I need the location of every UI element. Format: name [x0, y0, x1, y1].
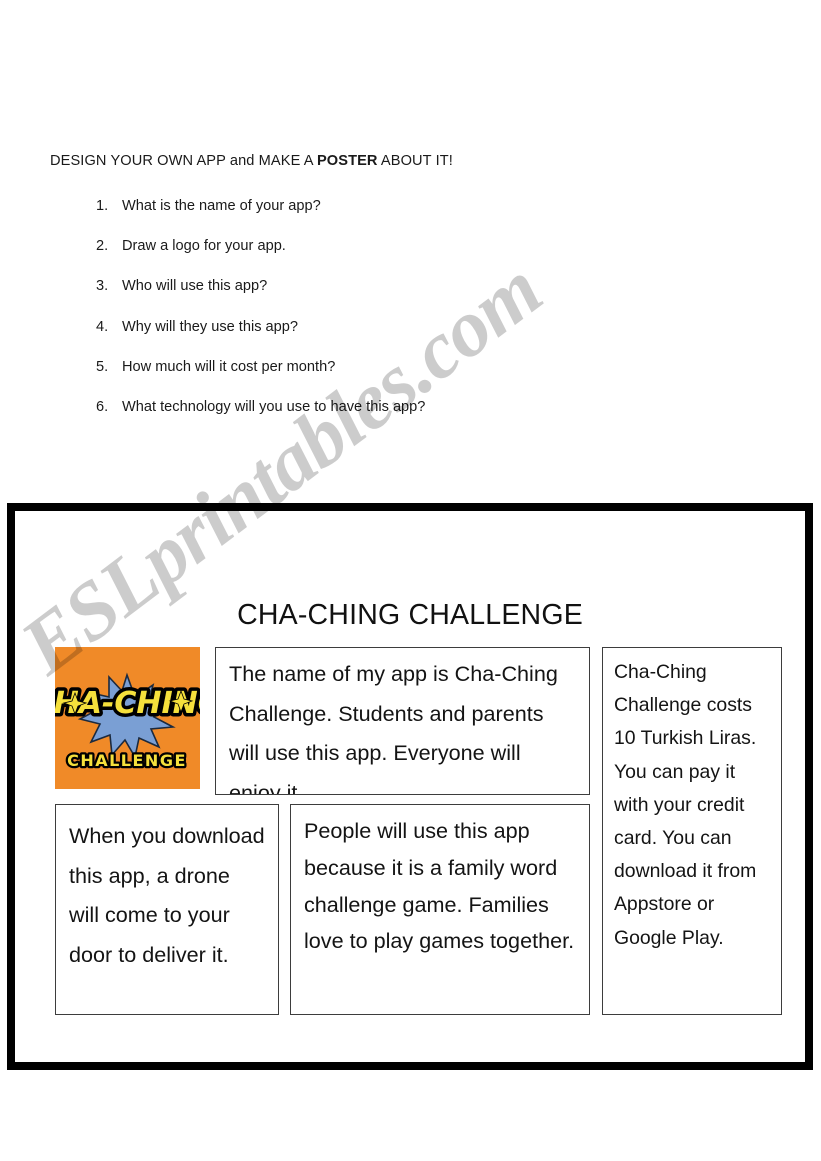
answer-box-app-name-text: The name of my app is Cha-Ching Challeng…: [229, 661, 558, 795]
question-text: How much will it cost per month?: [122, 358, 336, 375]
question-text: Why will they use this app?: [122, 318, 299, 335]
question-number: 1.: [96, 198, 109, 214]
page-title-prefix: DESIGN YOUR OWN APP and MAKE A: [50, 153, 317, 169]
poster-title: CHA-CHING CHALLENGE: [237, 599, 583, 631]
answer-box-app-name: The name of my app is Cha-Ching Challeng…: [215, 647, 590, 795]
poster-frame: CHA-CHING CHALLENGE CHA-CHING CHA-CHING: [7, 503, 813, 1070]
app-logo-image: CHA-CHING CHA-CHING CHALLENGE CHALLENGE: [55, 647, 200, 789]
question-number: 4.: [96, 318, 109, 335]
list-item: 4. Why will they use this app?: [96, 319, 636, 359]
list-item: 2. Draw a logo for your app.: [96, 238, 636, 278]
answer-box-reason: People will use this app because it is a…: [290, 804, 590, 1015]
answer-box-technology: When you download this app, a drone will…: [55, 804, 279, 1015]
question-list: 1. What is the name of your app? 2. Draw…: [96, 198, 636, 439]
list-item: 3. Who will use this app?: [96, 278, 636, 318]
question-text: Draw a logo for your app.: [122, 238, 286, 255]
answer-box-cost-text: Cha-Ching Challenge costs 10 Turkish Lir…: [614, 661, 757, 949]
page-title-suffix: ABOUT IT!: [377, 153, 453, 169]
poster-content: CHA-CHING CHALLENGE CHA-CHING CHA-CHING: [15, 511, 805, 1062]
svg-text:CHALLENGE: CHALLENGE: [67, 751, 187, 770]
list-item: 6. What technology will you use to have …: [96, 399, 636, 439]
list-item: 1. What is the name of your app?: [96, 198, 636, 238]
page-title-bold: POSTER: [316, 153, 378, 169]
question-number: 2.: [96, 238, 109, 255]
answer-box-technology-text: When you download this app, a drone will…: [69, 823, 265, 967]
question-number: 6.: [96, 398, 109, 415]
question-text: What is the name of your app?: [122, 198, 321, 214]
page-title: DESIGN YOUR OWN APP and MAKE A POSTER AB…: [50, 153, 453, 169]
question-text: What technology will you use to have thi…: [122, 398, 426, 415]
answer-box-cost: Cha-Ching Challenge costs 10 Turkish Lir…: [602, 647, 782, 1015]
question-text: Who will use this app?: [122, 278, 268, 295]
answer-box-reason-text: People will use this app because it is a…: [304, 818, 575, 954]
list-item: 5. How much will it cost per month?: [96, 359, 636, 399]
cha-ching-logo-icon: CHA-CHING CHA-CHING CHALLENGE CHALLENGE: [55, 647, 200, 789]
question-number: 5.: [96, 358, 109, 375]
question-number: 3.: [96, 278, 109, 295]
